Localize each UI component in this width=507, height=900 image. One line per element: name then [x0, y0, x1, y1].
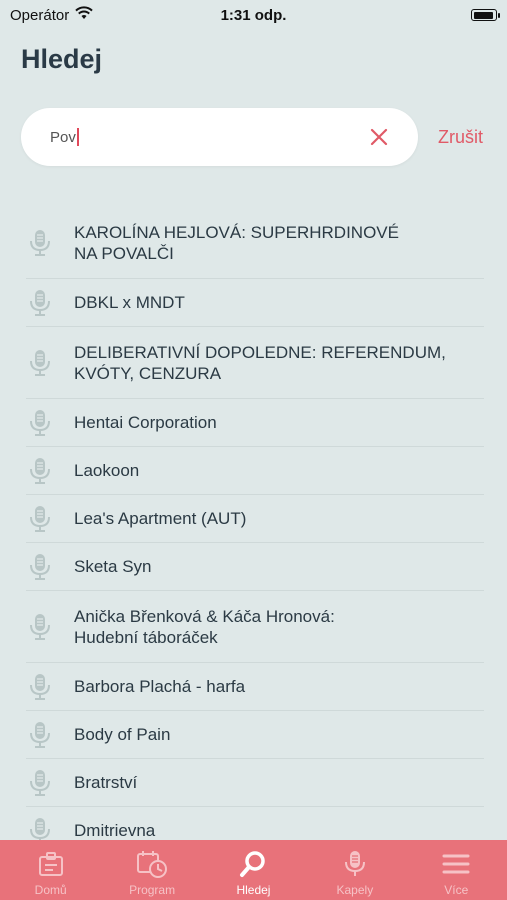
list-item[interactable]: Laokoon: [26, 447, 484, 495]
list-item-label: Dmitrievna: [74, 821, 156, 840]
microphone-icon: [26, 289, 74, 317]
search-value: Pov: [50, 128, 76, 146]
tab-microphone[interactable]: Kapely: [304, 840, 405, 897]
menu-icon: [442, 850, 470, 878]
list-item-label: Barbora Plachá - harfa: [74, 677, 246, 696]
microphone-icon: [26, 613, 74, 641]
microphone-icon: [344, 850, 366, 878]
cancel-button[interactable]: Zrušit: [438, 127, 483, 148]
tab-search[interactable]: Hledej: [203, 840, 304, 897]
tab-label: Domů: [34, 883, 67, 897]
microphone-icon: [26, 457, 74, 485]
search-icon: [239, 850, 267, 878]
search-input[interactable]: Pov: [21, 108, 418, 166]
list-item[interactable]: Barbora Plachá - harfa: [26, 663, 484, 711]
list-item[interactable]: DELIBERATIVNÍ DOPOLEDNE: REFERENDUM, KVÓ…: [26, 327, 484, 399]
tab-calendar-clock[interactable]: Program: [102, 840, 203, 897]
tab-home[interactable]: Domů: [0, 840, 101, 897]
battery-icon: [471, 9, 500, 21]
home-icon: [37, 850, 65, 878]
microphone-icon: [26, 769, 74, 797]
microphone-icon: [26, 349, 74, 377]
microphone-icon: [26, 229, 74, 257]
tab-label: Více: [444, 883, 469, 897]
microphone-icon: [26, 553, 74, 581]
clear-icon[interactable]: [368, 126, 390, 148]
status-left: Operátor: [10, 6, 93, 24]
list-item-label: Hentai Corporation: [74, 413, 217, 432]
microphone-icon: [26, 721, 74, 749]
tab-bar: Domů Program Hledej Kapely Více: [0, 840, 507, 900]
list-item-label: Sketa Syn: [74, 557, 152, 576]
list-item-label: Lea's Apartment (AUT): [74, 509, 247, 528]
search-value-wrap: Pov: [50, 128, 368, 146]
calendar-clock-icon: [136, 850, 168, 878]
list-item[interactable]: KAROLÍNA HEJLOVÁ: SUPERHRDINOVÉ NA POVAL…: [26, 207, 484, 279]
list-item-label: DELIBERATIVNÍ DOPOLEDNE: REFERENDUM, KVÓ…: [74, 342, 446, 383]
list-item[interactable]: DBKL x MNDT: [26, 279, 484, 327]
list-item-label: KAROLÍNA HEJLOVÁ: SUPERHRDINOVÉ NA POVAL…: [74, 222, 399, 263]
tab-menu[interactable]: Více: [406, 840, 507, 897]
status-bar: Operátor 1:31 odp.: [0, 0, 507, 30]
list-item[interactable]: Lea's Apartment (AUT): [26, 495, 484, 543]
tab-label: Kapely: [336, 883, 374, 897]
list-item[interactable]: Hentai Corporation: [26, 399, 484, 447]
results-list: KAROLÍNA HEJLOVÁ: SUPERHRDINOVÉ NA POVAL…: [26, 207, 484, 855]
wifi-icon: [75, 6, 93, 24]
list-item-label: DBKL x MNDT: [74, 293, 185, 312]
tab-label: Hledej: [236, 883, 271, 897]
search-row: Pov Zrušit: [21, 108, 496, 166]
list-item-label: Body of Pain: [74, 725, 171, 744]
text-caret: [76, 128, 79, 146]
microphone-icon: [26, 673, 74, 701]
microphone-icon: [26, 505, 74, 533]
page-title: Hledej: [21, 44, 103, 74]
list-item[interactable]: Bratrství: [26, 759, 484, 807]
list-item[interactable]: Anička Břenková & Káča Hronová: Hudební …: [26, 591, 484, 663]
list-item-label: Laokoon: [74, 461, 140, 480]
list-item[interactable]: Body of Pain: [26, 711, 484, 759]
carrier-label: Operátor: [10, 6, 70, 24]
list-item-label: Anička Břenková & Káča Hronová: Hudební …: [74, 606, 335, 647]
microphone-icon: [26, 409, 74, 437]
tab-label: Program: [129, 883, 176, 897]
list-item-label: Bratrství: [74, 773, 138, 792]
list-item[interactable]: Sketa Syn: [26, 543, 484, 591]
